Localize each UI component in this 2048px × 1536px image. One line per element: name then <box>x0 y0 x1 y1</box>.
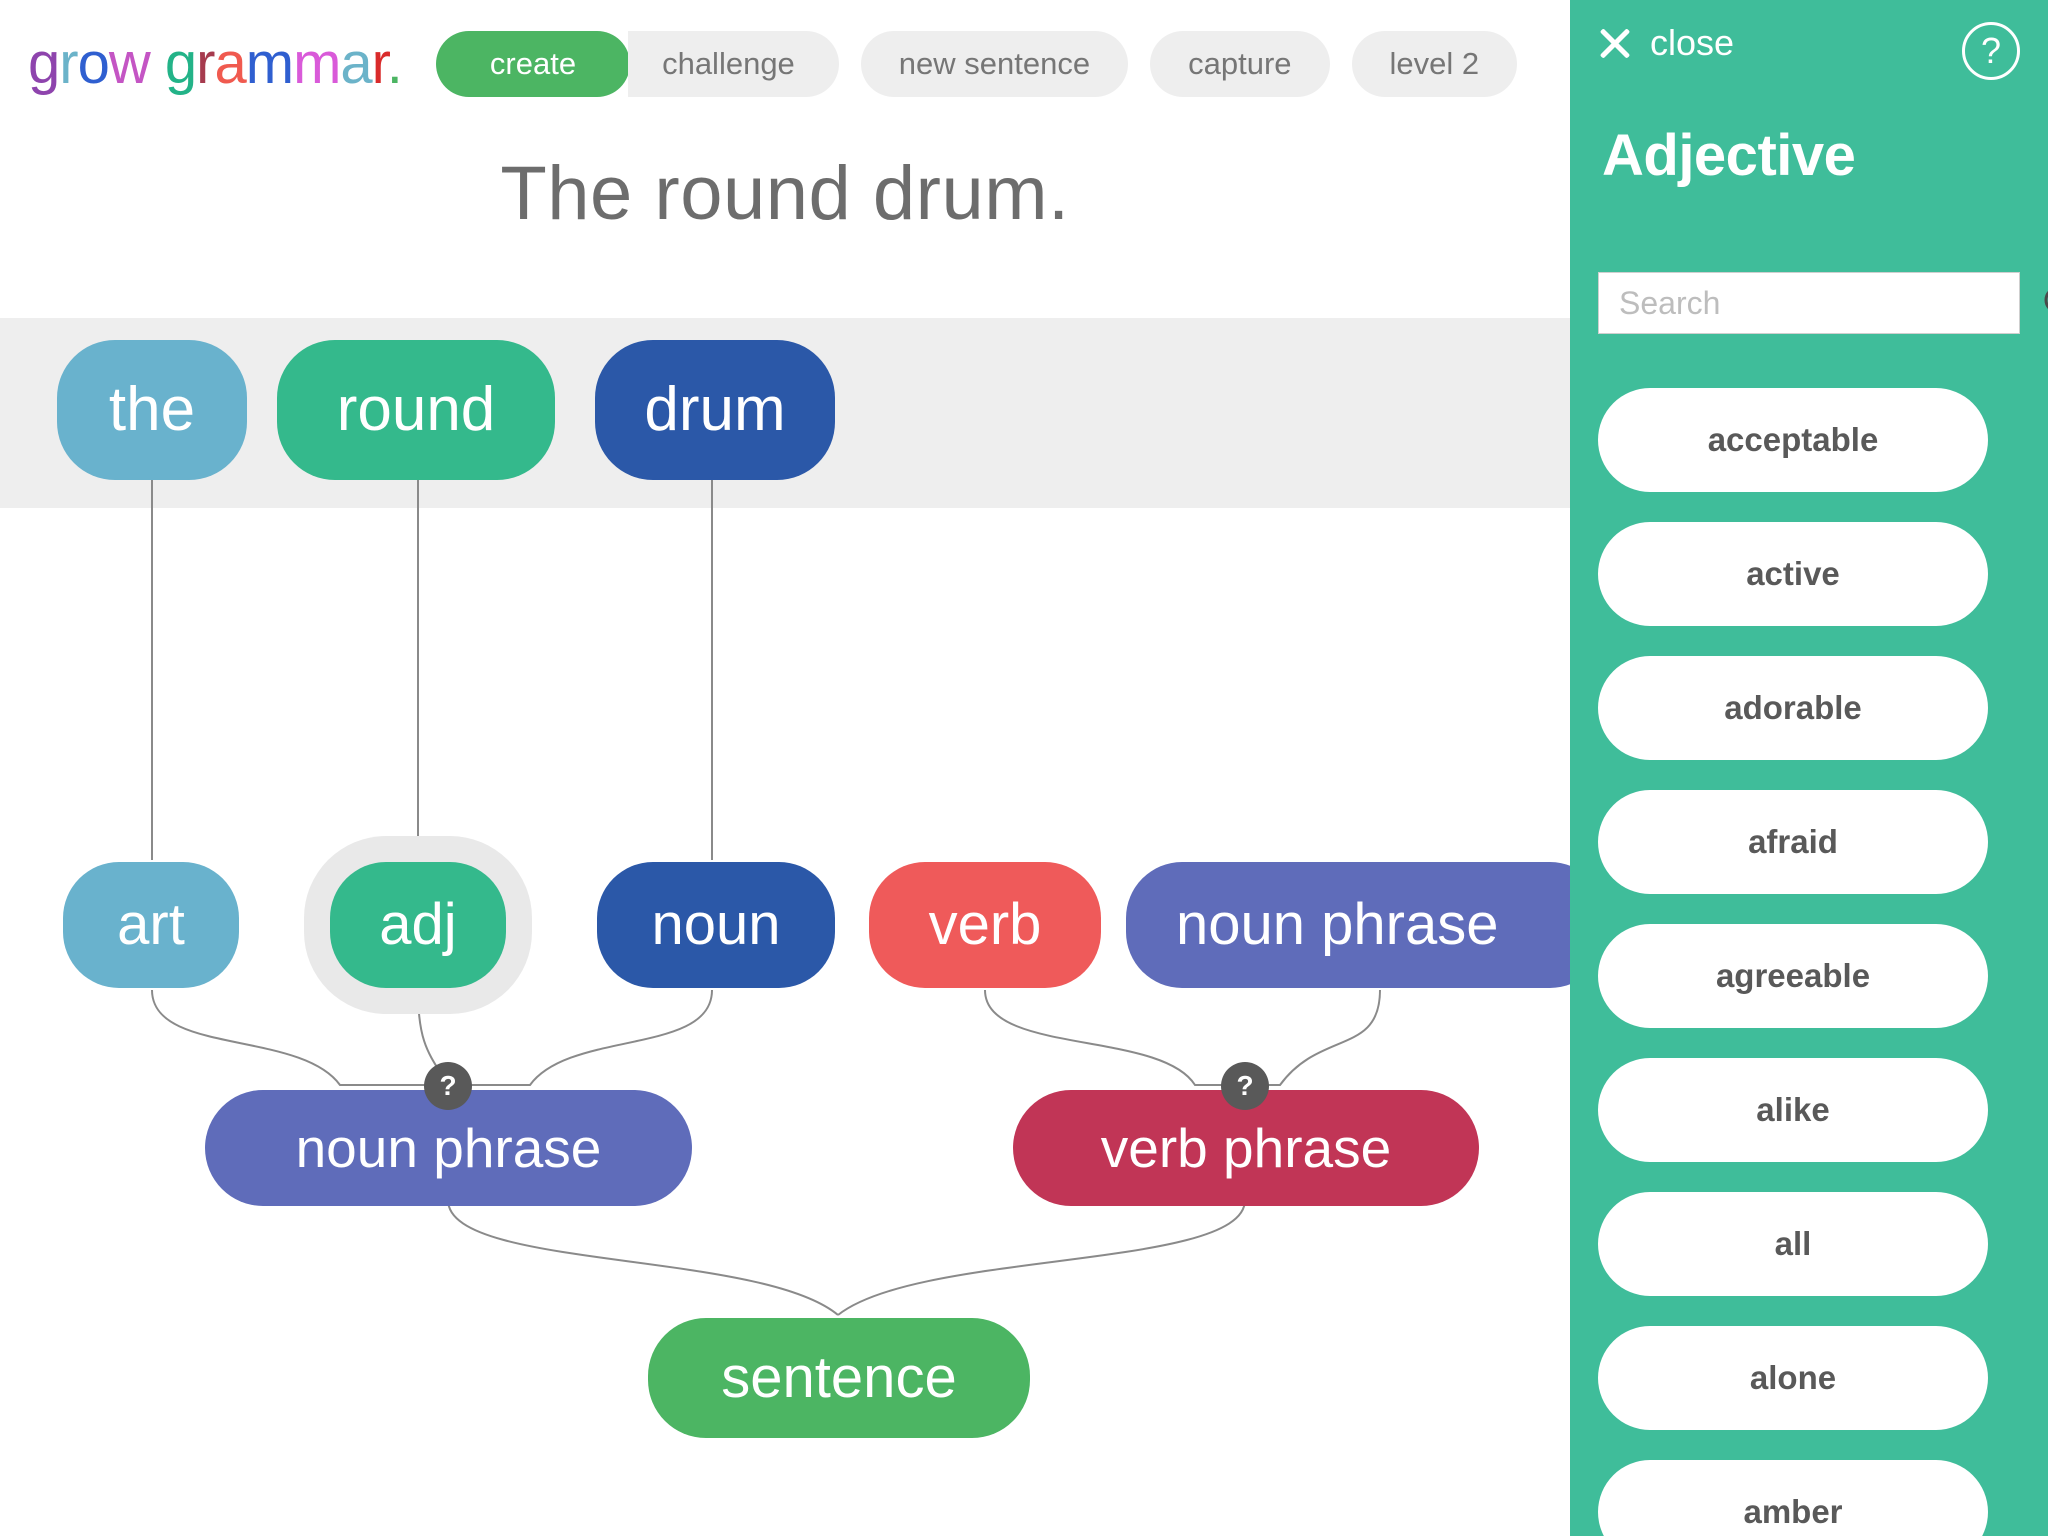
search-field-wrapper <box>1598 272 2048 334</box>
close-panel-button[interactable]: close <box>1596 22 1734 64</box>
category-node-label: noun phrase <box>1176 892 1499 957</box>
word-bank-item-label: afraid <box>1748 823 1838 860</box>
word-node-round[interactable]: round <box>277 340 555 480</box>
search-icon[interactable] <box>2041 272 2048 334</box>
category-node-noun[interactable]: noun <box>597 862 835 988</box>
phrase-node-label: noun phrase <box>295 1116 602 1179</box>
word-bank-list[interactable]: acceptable active adorable afraid agreeable a… <box>1598 388 1988 1536</box>
category-node-art[interactable]: art <box>63 862 239 988</box>
word-bank-item[interactable]: active <box>1598 522 1988 626</box>
word-node-label: round <box>336 375 496 444</box>
close-icon <box>1596 24 1634 62</box>
word-node-drum[interactable]: drum <box>595 340 835 480</box>
category-node-label: noun <box>651 892 781 957</box>
sentence-title: The round drum. <box>500 151 1070 236</box>
word-bank-item[interactable]: acceptable <box>1598 388 1988 492</box>
word-bank-item[interactable]: amber <box>1598 1460 1988 1536</box>
word-node-label: the <box>108 375 196 444</box>
word-bank-item-label: alike <box>1756 1091 1830 1128</box>
search-input[interactable] <box>1599 272 2041 334</box>
category-node-label: verb <box>928 892 1042 957</box>
word-bank-item[interactable]: all <box>1598 1192 1988 1296</box>
panel-header: close ? <box>1570 0 2048 100</box>
word-bank-item-label: active <box>1746 555 1840 592</box>
word-bank-item-label: all <box>1774 1225 1812 1262</box>
word-bank-item-label: agreeable <box>1715 957 1871 994</box>
word-bank-item[interactable]: alone <box>1598 1326 1988 1430</box>
help-icon[interactable]: ? <box>1962 22 2020 80</box>
root-node-sentence[interactable]: sentence <box>648 1318 1030 1438</box>
noun-phrase-help-badge-label: ? <box>439 1070 457 1101</box>
close-panel-label: close <box>1650 22 1735 63</box>
word-bank-item-label: alone <box>1749 1359 1837 1396</box>
category-node-noun-phrase[interactable]: noun phrase <box>1126 862 1606 988</box>
word-bank-item[interactable]: adorable <box>1598 656 1988 760</box>
category-node-verb[interactable]: verb <box>869 862 1101 988</box>
phrase-node-label: verb phrase <box>1100 1116 1392 1179</box>
word-bank-item-label: amber <box>1743 1493 1843 1530</box>
word-bank-item-label: adorable <box>1724 689 1862 726</box>
category-node-label: adj <box>379 892 457 957</box>
verb-phrase-help-badge[interactable]: ? <box>1221 1062 1269 1110</box>
root-node-label: sentence <box>721 1345 957 1410</box>
word-bank-item-label: acceptable <box>1707 421 1879 458</box>
word-bank-item[interactable]: afraid <box>1598 790 1988 894</box>
word-bank-item[interactable]: agreeable <box>1598 924 1988 1028</box>
app-root: grow grammar. create challenge new sentenc… <box>0 0 2048 1536</box>
sentence-tree-canvas: The round drum. the round drum art adj n… <box>0 0 1606 1536</box>
word-bank-panel: close ? Adjective acceptable active adorab… <box>1570 0 2048 1536</box>
panel-title: Adjective <box>1602 123 1856 188</box>
noun-phrase-help-badge[interactable]: ? <box>424 1062 472 1110</box>
help-icon-label: ? <box>1980 30 2002 71</box>
word-node-label: drum <box>644 375 786 444</box>
category-node-label: art <box>117 892 185 957</box>
word-node-the[interactable]: the <box>57 340 247 480</box>
verb-phrase-help-badge-label: ? <box>1236 1070 1254 1101</box>
category-node-adj[interactable]: adj <box>330 862 506 988</box>
word-bank-item[interactable]: alike <box>1598 1058 1988 1162</box>
